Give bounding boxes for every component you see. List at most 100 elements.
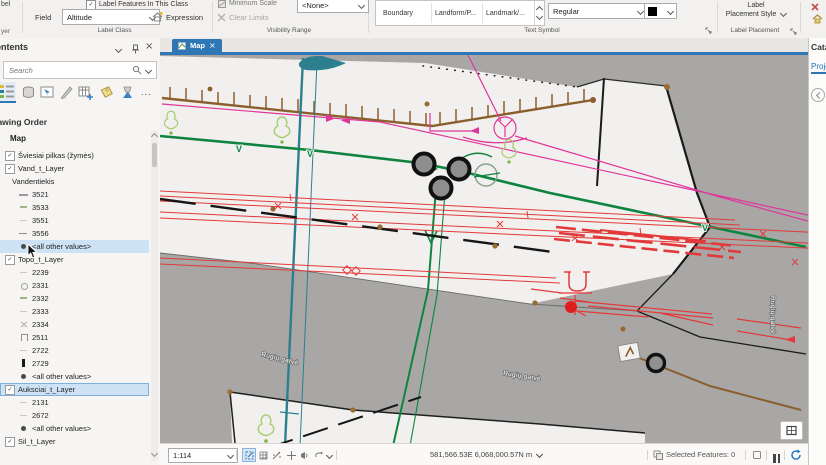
layer-label: 2672 [32, 411, 49, 420]
street-label: Rugių gatvė [769, 296, 776, 334]
constraints-icon[interactable] [270, 448, 284, 462]
map-canvas[interactable]: Rugių gatvė Rugių gatvė Rugių gatvė V V … [160, 55, 808, 443]
tab-drawing-order[interactable] [0, 82, 16, 101]
layer-item[interactable]: ✓Šviesiai pilkas (žymės) [0, 149, 149, 162]
layer-item[interactable]: 2239 [0, 266, 149, 279]
spatial-reference-icon[interactable] [752, 450, 762, 460]
gallery-item-landform[interactable]: Landform/P... [435, 10, 476, 17]
layer-item[interactable]: 3521 [0, 188, 149, 201]
layer-item[interactable]: 2131 [0, 396, 149, 409]
close-panel-icon[interactable]: × [145, 41, 153, 52]
layer-checkbox[interactable]: ✓ [5, 437, 15, 447]
selected-features-count[interactable]: Selected Features: 0 [666, 450, 735, 459]
layer-item[interactable]: 3551 [0, 214, 149, 227]
contents-scrollbar[interactable] [151, 131, 158, 461]
clear-limits-button[interactable]: Clear Limits [229, 13, 269, 22]
layer-label: 2722 [32, 346, 49, 355]
layer-item[interactable]: 3533 [0, 201, 149, 214]
layer-item[interactable]: 2331 [0, 279, 149, 292]
tab-map[interactable]: Map × [172, 39, 222, 52]
symbol-swatch [19, 372, 30, 381]
data-source-icon[interactable] [20, 84, 37, 101]
gallery-item-boundary[interactable]: Boundary [383, 10, 413, 17]
search-options-icon[interactable] [145, 66, 152, 73]
layer-item[interactable]: ✓Auksciai_t_Layer [0, 383, 149, 396]
symbol-swatch [19, 229, 30, 238]
symbol-swatch [19, 359, 30, 368]
layer-item[interactable]: 2672 [0, 409, 149, 422]
layer-item[interactable]: 2334 [0, 318, 149, 331]
layer-item[interactable]: ✓Topo_t_Layer [0, 253, 149, 266]
close-tab-icon[interactable]: × [209, 41, 216, 50]
layer-item[interactable]: Vandentiekis [0, 175, 149, 188]
layer-item[interactable]: <all other values> [0, 370, 149, 383]
layer-checkbox[interactable]: ✓ [5, 255, 15, 265]
labeling-properties-icon[interactable] [119, 84, 136, 101]
toolbar-overflow-button[interactable]: ... [141, 87, 152, 97]
clipped-house-icon[interactable] [812, 14, 823, 24]
layer-label: 2131 [32, 398, 49, 407]
layer-label: <all other values> [32, 242, 91, 251]
gallery-down-icon[interactable] [536, 13, 543, 20]
grid-icon[interactable] [256, 448, 270, 462]
label-placement-style-button[interactable]: Label Placement Style [718, 1, 794, 20]
field-dropdown[interactable]: Altitude [62, 9, 160, 25]
pin-icon[interactable] [131, 44, 140, 54]
pause-drawing-button[interactable] [772, 450, 781, 465]
clipped-red-x-icon[interactable] [810, 2, 820, 12]
edit-pencil-icon[interactable] [58, 84, 75, 101]
layer-item[interactable]: 2333 [0, 305, 149, 318]
clear-limits-icon [217, 13, 226, 22]
search-icon[interactable] [132, 65, 142, 75]
text-symbol-launcher-icon[interactable] [705, 27, 712, 34]
refresh-icon[interactable] [790, 449, 802, 461]
font-style-dropdown[interactable]: Regular [548, 3, 648, 19]
map-root-item[interactable]: Map [10, 134, 26, 143]
layer-item[interactable]: <all other values> [0, 240, 149, 253]
layer-item[interactable]: 2511 [0, 331, 149, 344]
catalog-tab-project[interactable]: Project [811, 62, 826, 74]
symbol-swatch [19, 268, 30, 277]
symbol-swatch [19, 307, 30, 316]
scale-dropdown[interactable]: 1:114 [168, 448, 238, 463]
minimum-scale-dropdown[interactable]: <None> [297, 0, 369, 13]
layer-item[interactable]: ✓Vand_t_Layer [0, 162, 149, 175]
layer-label: Sil_t_Layer [18, 437, 56, 446]
layer-label: <all other values> [32, 424, 91, 433]
catalog-back-button[interactable] [811, 88, 825, 102]
feedback-icon[interactable] [298, 448, 312, 462]
coordinates-readout: 581,566.53E 6,068,000.57N m [430, 450, 542, 459]
layer-item[interactable]: 2332 [0, 292, 149, 305]
clipped-ribbon-text: bel [1, 1, 10, 8]
layer-checkbox[interactable]: ✓ [5, 164, 15, 174]
snapping-toggle-icon[interactable] [242, 448, 256, 462]
gallery-item-landmark[interactable]: Landmark/... [486, 10, 525, 17]
crosshair-icon[interactable] [284, 448, 298, 462]
group-title-visibility-range: Visibility Range [212, 27, 366, 34]
text-color-dropdown[interactable] [644, 3, 677, 19]
label-tag-icon[interactable] [98, 84, 115, 101]
search-input[interactable] [4, 66, 132, 75]
layer-item[interactable]: ✓Sil_t_Layer [0, 435, 149, 448]
rotate-icon[interactable] [312, 448, 326, 462]
minimum-scale-label: Minimum Scale [229, 0, 277, 7]
layer-item[interactable]: <all other values> [0, 422, 149, 435]
layer-checkbox[interactable]: ✓ [5, 385, 15, 395]
selection-icon[interactable] [39, 84, 56, 101]
map-overview-button[interactable] [780, 421, 803, 440]
expression-button[interactable]: Expression [166, 13, 203, 22]
layer-checkbox[interactable]: ✓ [5, 151, 15, 161]
status-more-icon[interactable] [326, 452, 333, 459]
layer-item[interactable]: 2729 [0, 357, 149, 370]
layer-item[interactable]: 2722 [0, 344, 149, 357]
layer-label: Vandentiekis [12, 177, 54, 186]
layer-item[interactable]: 3556 [0, 227, 149, 240]
style-line2: Placement Style [726, 11, 777, 18]
arcgis-pro-window: bel yer ✓ Label Features In This Class F… [0, 0, 826, 465]
water-line-marker: V [307, 149, 313, 159]
label-placement-launcher-icon[interactable] [790, 28, 797, 35]
panel-menu-icon[interactable] [115, 46, 122, 53]
table-add-icon[interactable] [77, 84, 94, 101]
layer-label: 3533 [32, 203, 49, 212]
text-symbol-gallery: Boundary Landform/P... Landmark/... [375, 0, 545, 26]
